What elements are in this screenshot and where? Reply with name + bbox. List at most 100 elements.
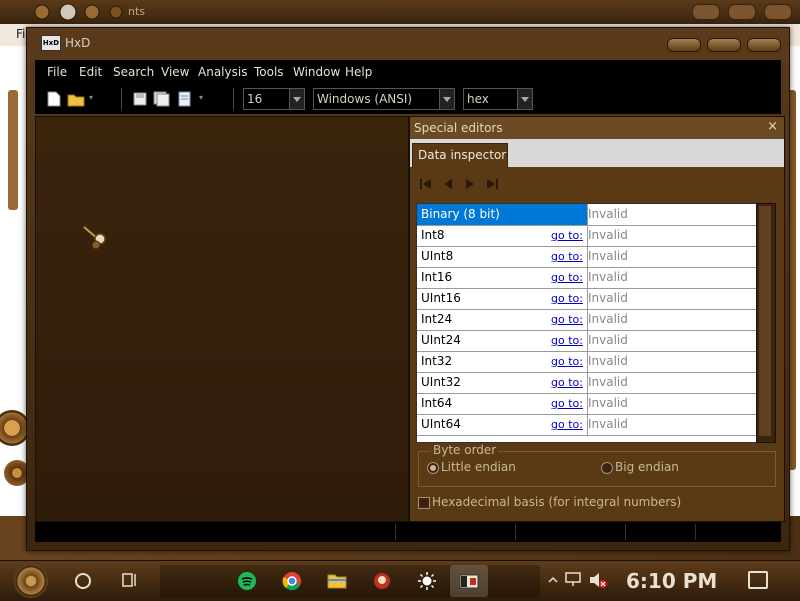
row-label: UInt24 bbox=[421, 333, 461, 347]
goto-link[interactable]: go to: bbox=[551, 355, 583, 368]
table-row[interactable]: UInt8 go to: Invalid bbox=[417, 246, 757, 268]
panel-tabstrip: Data inspector bbox=[410, 139, 784, 168]
table-row[interactable]: Int8 go to: Invalid bbox=[417, 225, 757, 247]
open-folder-icon[interactable] bbox=[67, 91, 85, 107]
row-value[interactable]: Invalid bbox=[588, 207, 628, 221]
goto-link[interactable]: go to: bbox=[551, 313, 583, 326]
row-value[interactable]: Invalid bbox=[588, 333, 628, 347]
row-value[interactable]: Invalid bbox=[588, 396, 628, 410]
maximize-button[interactable] bbox=[707, 38, 741, 52]
goto-link[interactable]: go to: bbox=[551, 250, 583, 263]
chevron-up-icon[interactable] bbox=[548, 575, 558, 585]
goto-link[interactable]: go to: bbox=[551, 271, 583, 284]
open-dropdown-icon[interactable]: ▾ bbox=[89, 93, 93, 102]
row-label: Int24 bbox=[421, 312, 453, 326]
first-icon[interactable] bbox=[418, 177, 434, 191]
document-dropdown-icon[interactable]: ▾ bbox=[199, 93, 203, 102]
row-value[interactable]: Invalid bbox=[588, 270, 628, 284]
last-icon[interactable] bbox=[484, 177, 500, 191]
menu-view[interactable]: View bbox=[161, 65, 189, 79]
table-row[interactable]: UInt16 go to: Invalid bbox=[417, 288, 757, 310]
hxd-icon bbox=[459, 574, 479, 589]
taskbar-app-game[interactable] bbox=[363, 565, 401, 597]
menu-analysis[interactable]: Analysis bbox=[198, 65, 247, 79]
hex-editor-area[interactable] bbox=[35, 116, 409, 522]
next-icon[interactable] bbox=[462, 177, 478, 191]
menu-window[interactable]: Window bbox=[293, 65, 340, 79]
hex-basis-label[interactable]: Hexadecimal basis (for integral numbers) bbox=[432, 495, 681, 509]
table-row[interactable]: UInt32 go to: Invalid bbox=[417, 372, 757, 394]
table-row[interactable]: Int24 go to: Invalid bbox=[417, 309, 757, 331]
scrollbar-thumb[interactable] bbox=[759, 206, 771, 436]
notification-icon[interactable] bbox=[748, 571, 768, 589]
table-row[interactable]: Int16 go to: Invalid bbox=[417, 267, 757, 289]
taskbar-app-spotify[interactable] bbox=[228, 565, 266, 597]
save-icon[interactable] bbox=[133, 91, 147, 107]
row-value[interactable]: Invalid bbox=[588, 312, 628, 326]
background-window-controls[interactable] bbox=[692, 4, 792, 20]
game-app-icon bbox=[374, 573, 390, 589]
big-endian-radio[interactable] bbox=[601, 462, 613, 474]
tab-data-inspector[interactable]: Data inspector bbox=[412, 143, 508, 168]
close-button[interactable] bbox=[747, 38, 781, 52]
row-label: Int16 bbox=[421, 270, 453, 284]
hex-basis-checkbox[interactable] bbox=[418, 497, 430, 509]
charset-select[interactable]: Windows (ANSI) bbox=[313, 88, 455, 110]
previous-icon[interactable] bbox=[440, 177, 456, 191]
offset-base-select[interactable]: hex bbox=[463, 88, 533, 110]
new-file-icon[interactable] bbox=[47, 91, 61, 107]
menu-file[interactable]: File bbox=[47, 65, 67, 79]
big-endian-label[interactable]: Big endian bbox=[615, 460, 679, 474]
volume-muted-icon[interactable] bbox=[588, 571, 608, 589]
table-row[interactable]: Int32 go to: Invalid bbox=[417, 351, 757, 373]
goto-link[interactable]: go to: bbox=[551, 376, 583, 389]
taskbar-app-file-explorer[interactable] bbox=[318, 565, 356, 597]
network-icon[interactable] bbox=[564, 571, 582, 587]
table-row[interactable]: UInt64 go to: Invalid bbox=[417, 414, 757, 436]
row-value[interactable]: Invalid bbox=[588, 375, 628, 389]
chevron-down-icon[interactable] bbox=[289, 89, 304, 109]
taskbar-clock[interactable]: 6:10 PM bbox=[626, 569, 717, 593]
goto-link[interactable]: go to: bbox=[551, 397, 583, 410]
window-controls bbox=[667, 38, 781, 52]
background-minimize-button[interactable] bbox=[692, 4, 720, 20]
search-icon[interactable] bbox=[75, 573, 91, 589]
start-button[interactable] bbox=[14, 564, 48, 598]
goto-link[interactable]: go to: bbox=[551, 418, 583, 431]
row-value[interactable]: Invalid bbox=[588, 228, 628, 242]
toolbar-separator bbox=[121, 88, 122, 110]
row-value[interactable]: Invalid bbox=[588, 354, 628, 368]
goto-link[interactable]: go to: bbox=[551, 292, 583, 305]
chevron-down-icon[interactable] bbox=[517, 89, 532, 109]
taskbar-app-hxd[interactable] bbox=[450, 565, 488, 597]
chevron-down-icon[interactable] bbox=[439, 89, 454, 109]
little-endian-radio[interactable] bbox=[427, 462, 439, 474]
taskbar-app-weather[interactable] bbox=[408, 565, 446, 597]
bytes-per-row-select[interactable]: 16 bbox=[243, 88, 305, 110]
document-icon[interactable] bbox=[177, 91, 193, 107]
row-value[interactable]: Invalid bbox=[588, 291, 628, 305]
goto-link[interactable]: go to: bbox=[551, 334, 583, 347]
little-endian-label[interactable]: Little endian bbox=[441, 460, 516, 474]
table-scrollbar[interactable] bbox=[756, 203, 776, 443]
close-icon[interactable]: × bbox=[767, 119, 778, 134]
minimize-button[interactable] bbox=[667, 38, 701, 52]
save-all-icon[interactable] bbox=[153, 91, 171, 107]
background-menu-file[interactable]: Fi bbox=[16, 27, 25, 41]
menu-tools[interactable]: Tools bbox=[254, 65, 284, 79]
taskbar-app-chrome[interactable] bbox=[273, 565, 311, 597]
goto-link[interactable]: go to: bbox=[551, 229, 583, 242]
menu-search[interactable]: Search bbox=[113, 65, 154, 79]
table-row[interactable]: UInt24 go to: Invalid bbox=[417, 330, 757, 352]
steampunk-cursor-icon bbox=[83, 226, 106, 250]
menu-help[interactable]: Help bbox=[345, 65, 372, 79]
background-close-button[interactable] bbox=[764, 4, 792, 20]
task-view-icon[interactable] bbox=[122, 571, 138, 589]
table-row[interactable]: Int64 go to: Invalid bbox=[417, 393, 757, 415]
gear-decoration-icon bbox=[34, 3, 123, 21]
table-row[interactable]: Binary (8 bit) Invalid bbox=[417, 204, 757, 226]
menu-edit[interactable]: Edit bbox=[79, 65, 102, 79]
background-maximize-button[interactable] bbox=[728, 4, 756, 20]
row-value[interactable]: Invalid bbox=[588, 417, 628, 431]
row-value[interactable]: Invalid bbox=[588, 249, 628, 263]
